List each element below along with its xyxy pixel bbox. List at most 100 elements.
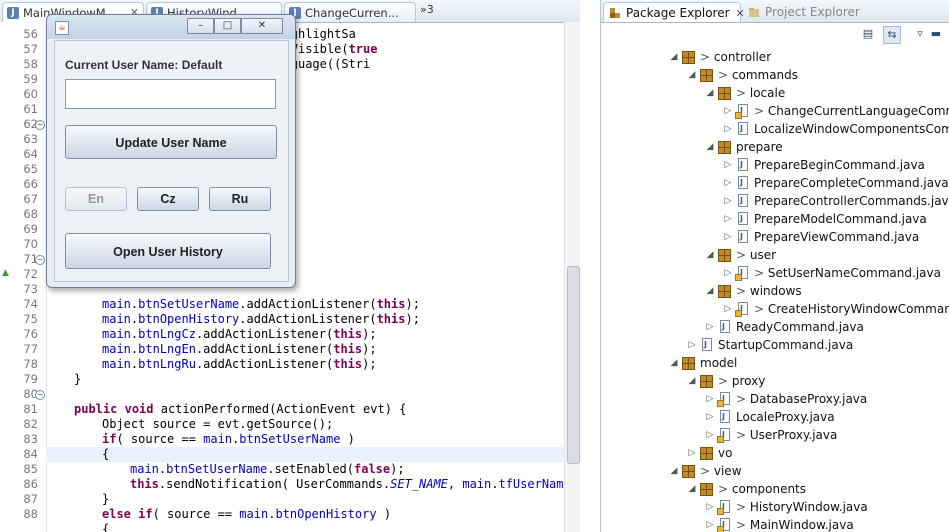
expanded-arrow-icon[interactable]: ◢ (669, 354, 679, 372)
expanded-arrow-icon[interactable]: ◢ (705, 138, 715, 156)
code-line[interactable]: if( source == main.btnSetUserName ) (46, 432, 566, 447)
collapsed-arrow-icon[interactable]: ▷ (723, 120, 733, 138)
tree-file-4[interactable]: ▷ J LocalizeWindowComponentsComn (601, 120, 949, 138)
collapsed-arrow-icon[interactable]: ▷ (705, 390, 715, 408)
lang-ru-button[interactable]: Ru (209, 187, 271, 211)
collapsed-arrow-icon[interactable]: ▷ (723, 210, 733, 228)
code-line[interactable]: public void actionPerformed(ActionEvent … (46, 402, 566, 417)
expanded-arrow-icon[interactable]: ◢ (705, 282, 715, 300)
current-user-label: Current User Name: Default (65, 58, 223, 72)
tree-file-20[interactable]: ▷ J LocaleProxy.java (601, 408, 949, 426)
tree-package-17[interactable]: ◢ model (601, 354, 949, 372)
code-line[interactable] (46, 387, 566, 402)
tree-file-10[interactable]: ▷ J PrepareViewCommand.java (601, 228, 949, 246)
tree-file-16[interactable]: ▷ J StartupCommand.java (601, 336, 949, 354)
tree-file-12[interactable]: ▷ J > SetUserNameCommand.java (601, 264, 949, 282)
code-line[interactable]: main.btnSetUserName.setEnabled(false); (46, 462, 566, 477)
dirty-marker: > (700, 50, 714, 64)
expanded-arrow-icon[interactable]: ◢ (687, 372, 697, 390)
tree-package-22[interactable]: ▷ vo (601, 444, 949, 462)
tree-package-13[interactable]: ◢ > windows (601, 282, 949, 300)
collapsed-arrow-icon[interactable]: ▷ (723, 102, 733, 120)
lang-en-button[interactable]: En (65, 187, 127, 211)
lang-cz-button[interactable]: Cz (137, 187, 199, 211)
code-line[interactable]: main.btnLngEn.addActionListener(this); (46, 342, 566, 357)
user-name-input[interactable] (65, 79, 276, 109)
collapsed-arrow-icon[interactable]: ▷ (723, 174, 733, 192)
collapsed-arrow-icon[interactable]: ▷ (723, 192, 733, 210)
code-line[interactable]: { (46, 447, 566, 462)
code-line[interactable]: } (46, 372, 566, 387)
tab-package-explorer[interactable]: Package Explorer ✕ (603, 2, 745, 22)
code-line[interactable]: Object source = evt.getSource(); (46, 417, 566, 432)
tree-package-2[interactable]: ◢ > locale (601, 84, 949, 102)
fold-toggle-icon[interactable]: − (35, 390, 45, 400)
tree-file-21[interactable]: ▷ J > UserProxy.java (601, 426, 949, 444)
open-user-history-button[interactable]: Open User History (65, 233, 271, 269)
tree-file-9[interactable]: ▷ J PrepareModelCommand.java (601, 210, 949, 228)
code-line[interactable]: } (46, 492, 566, 507)
tree-file-25[interactable]: ▷ J > HistoryWindow.java (601, 498, 949, 516)
code-line[interactable]: { (46, 522, 566, 532)
expanded-arrow-icon[interactable]: ◢ (705, 246, 715, 264)
collapsed-arrow-icon[interactable]: ▷ (705, 516, 715, 532)
editor-vertical-scrollbar[interactable] (564, 22, 580, 532)
collapse-all-icon[interactable]: ▤ (859, 26, 877, 44)
tree-file-14[interactable]: ▷ J > CreateHistoryWindowCommand. (601, 300, 949, 318)
collapsed-arrow-icon[interactable]: ▷ (705, 498, 715, 516)
tree-package-24[interactable]: ◢ > components (601, 480, 949, 498)
expanded-arrow-icon[interactable]: ◢ (669, 48, 679, 66)
tree-package-11[interactable]: ◢ > user (601, 246, 949, 264)
collapsed-arrow-icon[interactable]: ▷ (705, 426, 715, 444)
code-line[interactable]: this.sendNotification( UserCommands.SET_… (46, 477, 578, 492)
collapsed-arrow-icon[interactable]: ▷ (723, 156, 733, 174)
collapsed-arrow-icon[interactable]: ▷ (723, 264, 733, 282)
tab-overflow-indicator[interactable]: »3 (420, 3, 434, 16)
tree-file-8[interactable]: ▷ J PrepareControllerCommands.java (601, 192, 949, 210)
collapsed-arrow-icon[interactable]: ▷ (705, 408, 715, 426)
code-line[interactable]: main.btnOpenHistory.addActionListener(th… (46, 312, 566, 327)
expanded-arrow-icon[interactable]: ◢ (687, 480, 697, 498)
collapsed-arrow-icon[interactable]: ▷ (687, 336, 697, 354)
close-button[interactable]: ✕ (241, 18, 283, 34)
fold-toggle-icon[interactable]: − (35, 255, 45, 265)
update-user-name-button[interactable]: Update User Name (65, 125, 277, 159)
tree-file-7[interactable]: ▷ J PrepareCompleteCommand.java (601, 174, 949, 192)
code-line[interactable]: main.btnSetUserName.addActionListener(th… (46, 297, 566, 312)
code-line[interactable]: else if( source == main.btnOpenHistory ) (46, 507, 566, 522)
tree-package-18[interactable]: ◢ > proxy (601, 372, 949, 390)
line-number: 64 (23, 147, 38, 161)
tree-file-6[interactable]: ▷ J PrepareBeginCommand.java (601, 156, 949, 174)
tree-file-26[interactable]: ▷ J > MainWindow.java (601, 516, 949, 532)
tab-project-explorer[interactable]: Project Explorer (743, 2, 903, 22)
expanded-arrow-icon[interactable]: ◢ (705, 84, 715, 102)
code-line[interactable]: main.btnLngRu.addActionListener(this); (46, 357, 566, 372)
java-file-icon: J (738, 194, 748, 207)
tab-changecurrentlanguage[interactable]: J ChangeCurren... (284, 2, 416, 22)
minimize-button[interactable]: – (187, 18, 214, 34)
tree-file-15[interactable]: ▷ J ReadyCommand.java (601, 318, 949, 336)
tree-package-5[interactable]: ◢ prepare (601, 138, 949, 156)
collapsed-arrow-icon[interactable]: ▷ (723, 300, 733, 318)
collapsed-arrow-icon[interactable]: ▷ (687, 444, 697, 462)
tree-file-3[interactable]: ▷ J > ChangeCurrentLanguageComma (601, 102, 949, 120)
tree-package-0[interactable]: ◢ > controller (601, 48, 949, 66)
scrollbar-thumb[interactable] (567, 266, 580, 464)
expanded-arrow-icon[interactable]: ◢ (687, 66, 697, 84)
tree-package-23[interactable]: ◢ > view (601, 462, 949, 480)
line-number: 62 (23, 117, 38, 131)
expanded-arrow-icon[interactable]: ◢ (669, 462, 679, 480)
maximize-button[interactable]: □ (214, 18, 241, 34)
tree-package-1[interactable]: ◢ > commands (601, 66, 949, 84)
collapsed-arrow-icon[interactable]: ▷ (723, 228, 733, 246)
minimize-view-icon[interactable]: ▬ (927, 26, 945, 44)
fold-toggle-icon[interactable]: − (35, 120, 45, 130)
window-content: Current User Name: Default Update User N… (54, 40, 289, 282)
code-line[interactable]: main.btnLngCz.addActionListener(this); (46, 327, 566, 342)
link-with-editor-icon[interactable]: ⇆ (883, 26, 901, 44)
collapsed-arrow-icon[interactable]: ▷ (705, 318, 715, 336)
window-title-bar[interactable]: ☕ – □ ✕ (47, 15, 295, 39)
tree-file-19[interactable]: ▷ J > DatabaseProxy.java (601, 390, 949, 408)
package-icon (718, 285, 731, 298)
line-number: 75 (23, 312, 38, 326)
